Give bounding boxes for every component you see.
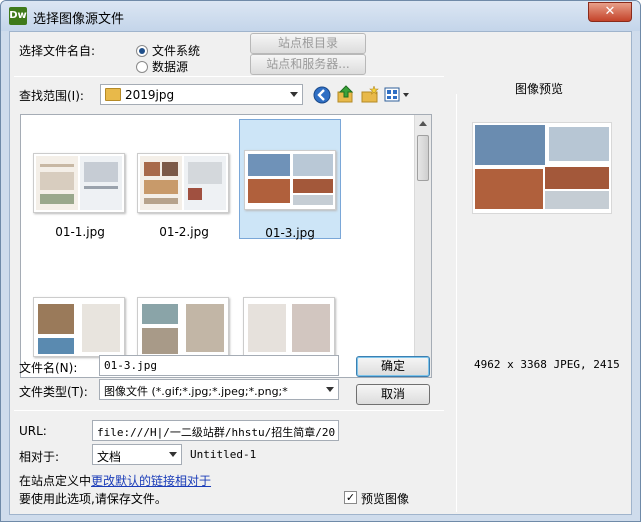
file-name-label: 文件名(N): [19,361,78,375]
scroll-up-icon[interactable] [419,121,427,126]
up-folder-icon[interactable] [337,85,355,104]
thumbnail-image [137,153,229,213]
thumbnail-image [33,153,125,213]
close-button[interactable]: ✕ [588,2,632,22]
look-in-label: 查找范围(I): [19,89,84,103]
file-item-selected[interactable]: 01-3.jpg [239,119,341,240]
file-type-label: 文件类型(T): [19,385,88,399]
file-dialog-window: Dw 选择图像源文件 ✕ 选择文件名自: 文件系统 数据源 站点根目录 站点和服… [0,0,641,522]
sites-servers-button[interactable]: 站点和服务器... [250,54,366,75]
title-bar: Dw 选择图像源文件 ✕ [1,1,640,31]
thumbnail-image [244,150,336,210]
file-type-combo[interactable]: 图像文件 (*.gif;*.jpg;*.jpeg;*.png;* [99,379,339,400]
folder-icon [105,88,121,101]
chevron-down-icon [290,92,298,97]
file-item[interactable]: 01-2.jpg [133,123,235,243]
thumbnail-image [243,297,335,357]
chevron-down-icon [169,452,177,457]
view-menu-icon[interactable] [384,87,412,103]
document-name: Untitled-1 [190,448,257,461]
file-list-scrollbar[interactable] [414,115,431,377]
preview-info: 4962 x 3368 JPEG, 2415 [474,358,620,371]
look-in-combo[interactable]: 2019jpg [100,84,303,105]
change-default-link[interactable]: 更改默认的链接相对于 [91,474,211,488]
look-in-value: 2019jpg [125,88,175,102]
file-name-input[interactable]: 01-3.jpg [99,355,339,376]
back-icon[interactable] [313,86,331,104]
radio-data-source-label: 数据源 [152,60,189,74]
preview-images-checkbox[interactable]: ✓ [344,491,357,504]
site-definition-text: 在站点定义中更改默认的链接相对于 [19,474,212,488]
cancel-button[interactable]: 取消 [356,384,430,405]
thumbnail-image [33,297,125,357]
file-list[interactable]: 01-1.jpg 01-2.jpg 01-3.jpg [20,114,432,378]
save-note: 要使用此选项,请保存文件。 [19,492,167,506]
dialog-client: 选择文件名自: 文件系统 数据源 站点根目录 站点和服务器... 查找范围(I)… [9,31,632,515]
file-name-label: 01-3.jpg [265,226,315,240]
relative-to-label: 相对于: [19,450,60,464]
separator-vertical [456,94,457,512]
site-root-button[interactable]: 站点根目录 [250,33,366,54]
dreamweaver-icon: Dw [9,7,27,25]
preview-title: 图像预览 [515,82,564,96]
url-label: URL: [19,424,47,438]
new-folder-icon[interactable] [361,86,379,104]
scroll-thumb[interactable] [417,135,429,181]
radio-file-system-label: 文件系统 [152,44,201,58]
image-preview [472,122,612,214]
file-item[interactable]: 01-1.jpg [29,123,131,243]
ok-button[interactable]: 确定 [356,356,430,377]
radio-data-source[interactable] [136,61,148,73]
window-title: 选择图像源文件 [33,12,125,27]
separator-top [14,76,444,77]
file-name-label: 01-2.jpg [159,225,209,239]
chevron-down-icon [326,387,334,392]
relative-to-combo[interactable]: 文档 [92,444,182,465]
preview-images-label: 预览图像 [361,492,410,506]
url-input[interactable]: file:///H|/一二级站群/hhstu/招生简章/2019 [92,420,339,441]
select-from-label: 选择文件名自: [19,44,96,58]
radio-file-system[interactable] [136,45,148,57]
thumbnail-image [137,297,229,357]
separator-middle [14,410,444,411]
file-name-label: 01-1.jpg [55,225,105,239]
